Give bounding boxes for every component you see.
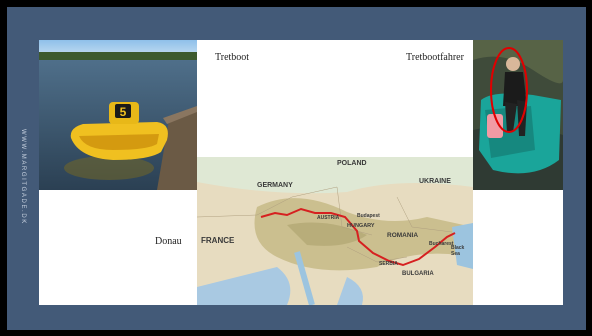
label-donau: Donau: [155, 236, 182, 247]
map-label-germany: GERMANY: [257, 182, 293, 189]
map-label-hungary: HUNGARY: [347, 223, 375, 229]
map-label-bulgaria: BULGARIA: [402, 271, 434, 277]
danube-route-map: POLAND GERMANY UKRAINE FRANCE ROMANIA BU…: [197, 157, 473, 305]
side-watermark: WWW.MARGITGADE.DK: [20, 129, 26, 225]
map-label-france: FRANCE: [201, 236, 235, 245]
label-tretboot: Tretboot: [215, 52, 250, 63]
pedal-boat-rider-photo: [473, 40, 563, 190]
map-label-ukraine: UKRAINE: [419, 178, 451, 185]
boat-number-label: 5: [120, 105, 127, 119]
paddle-boat-photo: 5: [39, 40, 197, 190]
map-label-serbia: SERBIA: [379, 261, 398, 267]
map-label-romania: ROMANIA: [387, 232, 418, 239]
map-label-bucharest: Bucharest: [429, 241, 454, 247]
map-label-austria: AUSTRIA: [317, 215, 340, 221]
map-label-black-sea-2: Sea: [451, 251, 460, 257]
map-label-budapest: Budapest: [357, 213, 380, 219]
label-tretbootfahrer: Tretbootfahrer: [406, 52, 464, 63]
map-label-poland: POLAND: [337, 160, 367, 167]
